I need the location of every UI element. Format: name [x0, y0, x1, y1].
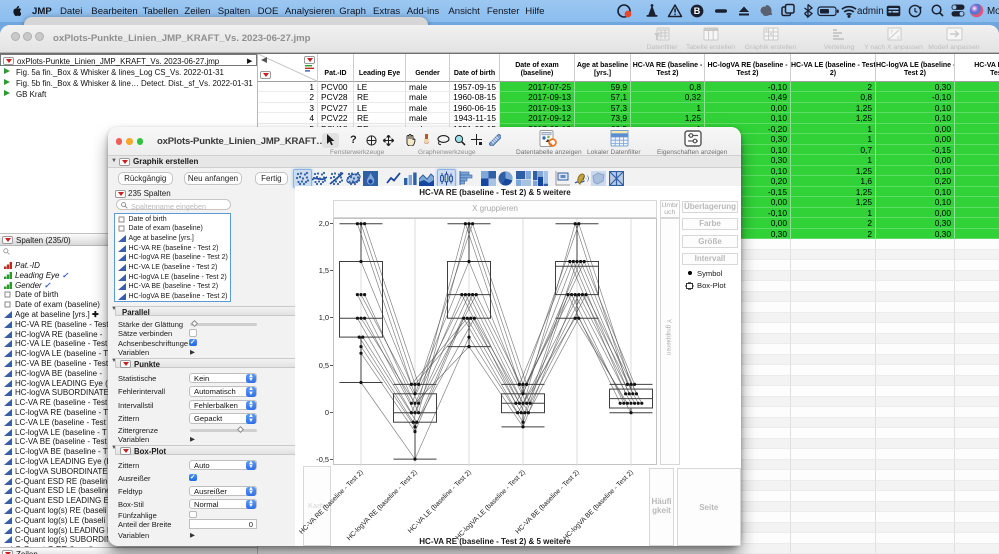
svg-text:B: B — [694, 6, 701, 16]
svg-text:(·): (·) — [583, 176, 589, 182]
